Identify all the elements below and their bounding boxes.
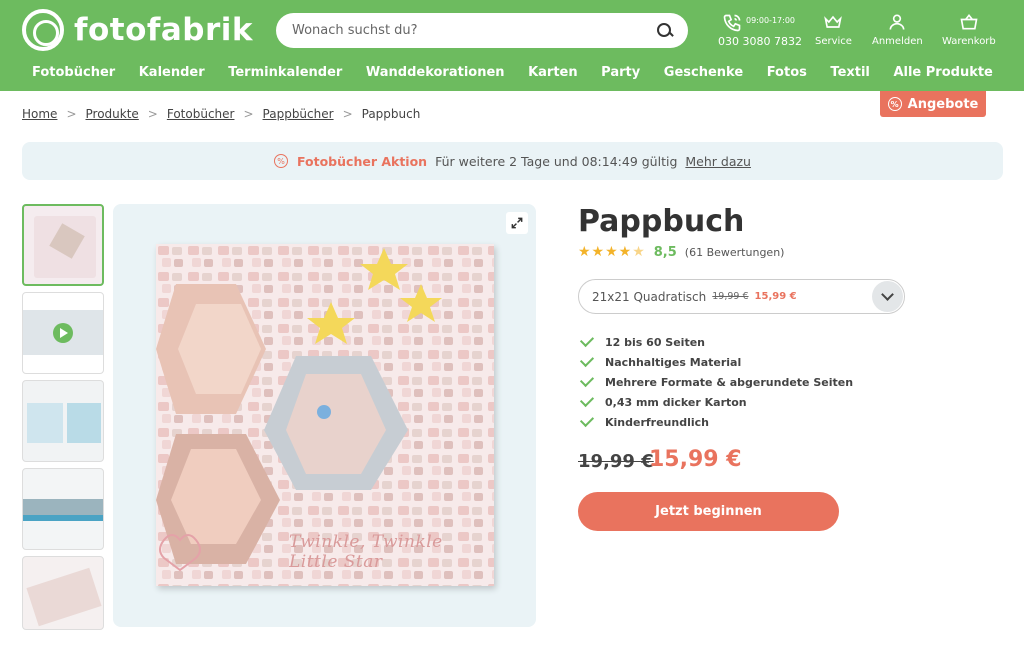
- check-icon: [579, 372, 595, 388]
- promo-title: Fotobücher Aktion: [297, 153, 428, 169]
- feature-item: Nachhaltiges Material: [578, 352, 853, 372]
- brand-name: fotofabrik: [74, 12, 254, 48]
- site-header: fotofabrik 09:00-17:00 030 3080 7832 Ser…: [0, 0, 1024, 91]
- user-icon: [889, 14, 905, 30]
- breadcrumb-separator: >: [342, 107, 353, 121]
- promo-text: Für weitere 2 Tage und 08:14:49 gültig: [435, 153, 678, 169]
- login-label: Anmelden: [872, 36, 923, 47]
- feature-item: Kinderfreundlich: [578, 412, 853, 432]
- promo-more-link[interactable]: Mehr dazu: [685, 154, 751, 169]
- start-button[interactable]: Jetzt beginnen: [578, 492, 839, 531]
- cover-caption: Twinkle, Twinkle Little Star: [289, 532, 443, 572]
- nav-item-wanddekorationen[interactable]: Wanddekorationen: [366, 65, 505, 80]
- cart-link[interactable]: Warenkorb: [942, 12, 996, 47]
- breadcrumb-home[interactable]: Home: [22, 107, 57, 121]
- offers-label: Angebote: [907, 96, 979, 112]
- feature-item: 12 bis 60 Seiten: [578, 332, 853, 352]
- expand-icon[interactable]: [506, 212, 528, 234]
- breadcrumb-separator: >: [243, 107, 254, 121]
- nav-item-karten[interactable]: Karten: [528, 65, 578, 80]
- basket-icon: [960, 13, 978, 30]
- rating-score: 8,5: [653, 244, 677, 260]
- feature-label: 0,43 mm dicker Karton: [605, 395, 747, 409]
- breadcrumb: Home > Produkte > Fotobücher > Pappbüche…: [22, 107, 420, 121]
- thumbnail-cover[interactable]: [22, 204, 104, 286]
- feature-label: Mehrere Formate & abgerundete Seiten: [605, 375, 854, 389]
- current-price: 15,99 €: [649, 447, 742, 472]
- breadcrumb-produkte[interactable]: Produkte: [86, 107, 139, 121]
- thumbnail-list: [22, 204, 104, 636]
- thumbnail-open-book[interactable]: [22, 380, 104, 462]
- brand-logo[interactable]: fotofabrik: [22, 9, 254, 51]
- feature-label: Kinderfreundlich: [605, 415, 709, 429]
- thumbnail-spine[interactable]: [22, 468, 104, 550]
- breadcrumb-current: Pappbuch: [361, 107, 421, 121]
- phone-icon[interactable]: [722, 13, 742, 33]
- phone-hours: 09:00-17:00: [746, 16, 795, 25]
- check-icon: [579, 352, 595, 368]
- percent-icon: %: [274, 154, 288, 168]
- breadcrumb-separator: >: [66, 107, 77, 121]
- nav-item-alle-produkte[interactable]: Alle Produkte: [893, 65, 992, 80]
- variant-old-price: 19,99 €: [712, 291, 749, 302]
- breadcrumb-separator: >: [147, 107, 158, 121]
- nav-item-fotos[interactable]: Fotos: [767, 65, 807, 80]
- feature-item: Mehrere Formate & abgerundete Seiten: [578, 372, 853, 392]
- variant-select[interactable]: 21x21 Quadratisch 19,99 € 15,99 €: [578, 279, 905, 314]
- nav-item-terminkalender[interactable]: Terminkalender: [228, 65, 342, 80]
- breadcrumb-pappbuecher[interactable]: Pappbücher: [263, 107, 334, 121]
- feature-item: 0,43 mm dicker Karton: [578, 392, 853, 412]
- feature-label: Nachhaltiges Material: [605, 355, 742, 369]
- crown-icon: [824, 15, 843, 28]
- nav-item-kalender[interactable]: Kalender: [139, 65, 205, 80]
- nav-item-textil[interactable]: Textil: [830, 65, 869, 80]
- offers-button[interactable]: % Angebote: [880, 91, 986, 117]
- phone-number[interactable]: 030 3080 7832: [718, 35, 802, 48]
- nav-item-geschenke[interactable]: Geschenke: [664, 65, 743, 80]
- promo-banner: % Fotobücher Aktion Für weitere 2 Tage u…: [22, 142, 1003, 180]
- thumbnail-video[interactable]: [22, 292, 104, 374]
- service-label: Service: [815, 36, 852, 47]
- main-nav: Fotobücher Kalender Terminkalender Wandd…: [0, 56, 1024, 89]
- feature-list: 12 bis 60 Seiten Nachhaltiges Material M…: [578, 332, 853, 432]
- percent-icon: %: [887, 97, 902, 111]
- product-image-area: Twinkle, Twinkle Little Star: [113, 204, 536, 627]
- breadcrumb-fotobuecher[interactable]: Fotobücher: [167, 107, 235, 121]
- play-icon: [53, 323, 73, 343]
- variant-new-price: 15,99 €: [754, 291, 797, 302]
- product-image[interactable]: Twinkle, Twinkle Little Star: [156, 244, 494, 586]
- chevron-down-icon[interactable]: [872, 281, 903, 312]
- service-link[interactable]: Service: [815, 12, 852, 47]
- nav-item-fotobuecher[interactable]: Fotobücher: [32, 65, 115, 80]
- star-rating-icon: ★★★★★: [578, 244, 646, 260]
- check-icon: [579, 332, 595, 348]
- search-bar[interactable]: [276, 13, 688, 48]
- check-icon: [579, 392, 595, 408]
- rating-count: (61 Bewertungen): [684, 245, 785, 259]
- search-input[interactable]: [292, 23, 656, 38]
- rating-summary[interactable]: ★★★★★ 8,5 (61 Bewertungen): [578, 244, 784, 260]
- product-title: Pappbuch: [578, 204, 745, 239]
- feature-label: 12 bis 60 Seiten: [605, 335, 705, 349]
- search-icon[interactable]: [656, 22, 674, 40]
- nav-item-party[interactable]: Party: [601, 65, 640, 80]
- login-link[interactable]: Anmelden: [872, 12, 923, 47]
- thumbnail-book-angle[interactable]: [22, 556, 104, 630]
- cart-label: Warenkorb: [942, 36, 996, 47]
- variant-label: 21x21 Quadratisch: [592, 289, 707, 304]
- old-price: 19,99 €: [578, 451, 654, 472]
- check-icon: [579, 412, 595, 428]
- logo-icon: [22, 9, 64, 51]
